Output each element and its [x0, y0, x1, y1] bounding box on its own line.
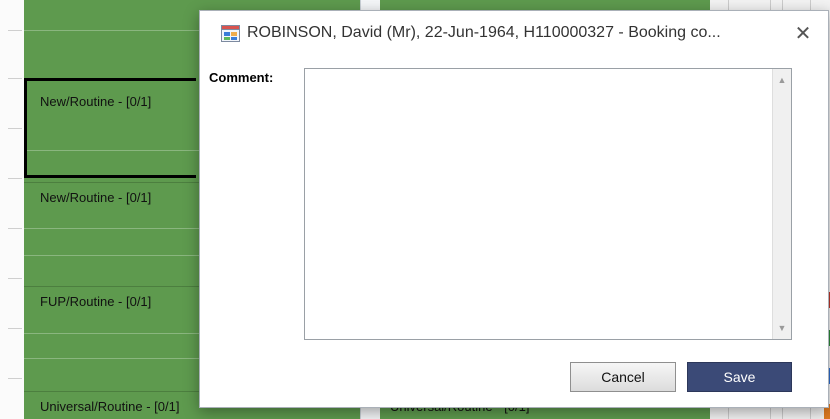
close-icon: ✕	[794, 22, 812, 45]
slot-label[interactable]: FUP/Routine - [0/1]	[40, 294, 151, 309]
app-window-icon	[221, 25, 240, 42]
save-button[interactable]: Save	[687, 362, 792, 392]
cancel-button[interactable]: Cancel	[570, 362, 676, 392]
slot-label[interactable]: Universal/Routine - [0/1]	[40, 399, 179, 414]
dialog-titlebar[interactable]: ROBINSON, David (Mr), 22-Jun-1964, H1100…	[200, 11, 828, 57]
close-button[interactable]: ✕	[786, 17, 820, 49]
selected-slot-outline	[24, 78, 196, 178]
time-ruler	[0, 0, 25, 419]
comment-textarea[interactable]	[305, 69, 773, 339]
scroll-down-arrow-icon[interactable]: ▼	[773, 319, 791, 337]
dialog-title: ROBINSON, David (Mr), 22-Jun-1964, H1100…	[247, 24, 721, 41]
comment-label: Comment:	[209, 70, 274, 85]
slot-label[interactable]: New/Routine - [0/1]	[40, 190, 151, 205]
comment-field[interactable]: ▲ ▼	[304, 68, 792, 340]
scroll-up-arrow-icon[interactable]: ▲	[773, 71, 791, 89]
booking-comment-dialog: ROBINSON, David (Mr), 22-Jun-1964, H1100…	[199, 10, 829, 408]
comment-scrollbar[interactable]: ▲ ▼	[772, 69, 791, 339]
slot-label[interactable]: New/Routine - [0/1]	[40, 94, 151, 109]
